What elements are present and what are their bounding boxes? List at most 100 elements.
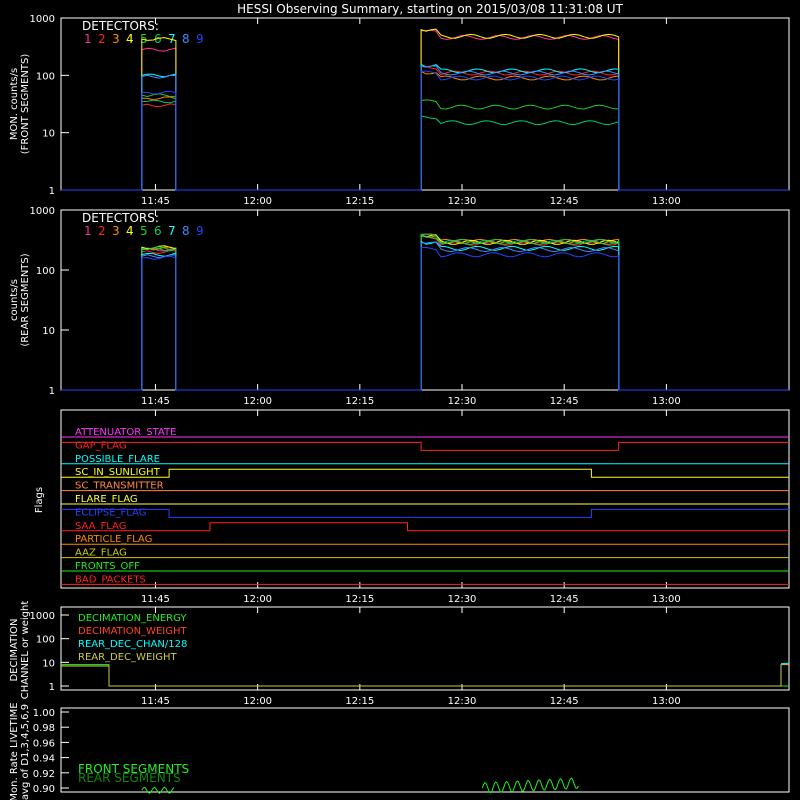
- detector-1-series-line: [61, 233, 789, 391]
- livetime-y-ticks: 0.90 0.92 0.94 0.96 0.98 1.00: [33, 708, 69, 795]
- decimation-legend-item: REAR_DEC_WEIGHT: [78, 652, 177, 663]
- detector-8-series-line: [61, 241, 789, 391]
- y-tick-label: 1000: [30, 611, 55, 622]
- detector-2-series-line: [61, 235, 789, 391]
- detector-4-series-line: [61, 28, 789, 191]
- x-tick-label: 12:15: [345, 696, 374, 707]
- y-tick-label: 10: [42, 658, 55, 669]
- front-x-ticks: 11:45 12:00 12:15 12:30 12:45 13:00: [141, 18, 681, 207]
- decimation-legend: DECIMATION_ENERGY DECIMATION_WEIGHT REAR_D…: [78, 613, 187, 663]
- legend-detector-1: 1: [84, 32, 92, 46]
- x-tick-label: 12:00: [243, 696, 272, 707]
- x-tick-label: 12:30: [448, 594, 477, 605]
- x-tick-label: 12:15: [345, 396, 374, 407]
- y-tick-label: 10: [42, 129, 55, 140]
- x-tick-label: 13:00: [652, 594, 681, 605]
- livetime-y-label-line1: Mon. Rate LIVETIME: [9, 702, 20, 800]
- flag-line-eclipse-flag: [61, 508, 789, 518]
- detector-5-series-line: [61, 93, 789, 191]
- legend-detector-8: 8: [182, 32, 190, 46]
- detector-8-series-line: [61, 65, 789, 191]
- livetime-legend: FRONT SEGMENTSREAR SEGMENTS: [78, 762, 189, 785]
- flags-rows: ATTENUATOR_STATEGAP_FLAGPOSSIBLE_FLARESC…: [61, 427, 789, 585]
- legend-detector-1: 1: [84, 224, 92, 238]
- legend-detector-3: 3: [112, 32, 120, 46]
- decimation-legend-item: DECIMATION_WEIGHT: [78, 626, 187, 637]
- x-tick-label: 12:45: [550, 594, 579, 605]
- livetime-series-group: [141, 777, 579, 794]
- flag-label-saa-flag: SAA_FLAG: [75, 521, 126, 532]
- y-tick-label: 1: [49, 186, 55, 197]
- legend-detector-6: 6: [154, 224, 162, 238]
- x-tick-label: 12:45: [550, 196, 579, 207]
- flag-label-particle-flag: PARTICLE_FLAG: [75, 534, 152, 545]
- x-tick-label: 11:45: [141, 396, 170, 407]
- x-tick-label: 12:00: [243, 196, 272, 207]
- rear-legend-numbers: 123456789: [84, 224, 204, 238]
- legend-detector-9: 9: [196, 32, 204, 46]
- flag-label-attenuator-state: ATTENUATOR_STATE: [75, 427, 176, 438]
- decimation-legend-item: DECIMATION_ENERGY: [78, 613, 187, 624]
- legend-detector-4: 4: [126, 224, 134, 238]
- x-tick-label: 12:15: [345, 196, 374, 207]
- flag-line-gap-flag: [61, 441, 789, 451]
- hessi-summary-figure: HESSI Observing Summary, starting on 201…: [9, 2, 790, 800]
- detector-2-series-line: [61, 65, 789, 191]
- y-tick-label: 0.92: [33, 769, 55, 780]
- flags-panel: Flags 11:45 12:00 12:15 12:30 12:45 13:00 ATT…: [34, 409, 790, 605]
- detector-9-series-line: [61, 246, 789, 391]
- front-y-ticks: 1 10 100 1000: [30, 14, 69, 197]
- legend-detector-2: 2: [98, 32, 106, 46]
- flag-line-saa-flag: [61, 522, 789, 532]
- front-legend-title: DETECTORS:: [82, 19, 159, 33]
- x-tick-label: 11:45: [141, 196, 170, 207]
- x-tick-label: 12:45: [550, 396, 579, 407]
- flag-label-flare-flag: FLARE_FLAG: [75, 494, 138, 505]
- x-tick-label: 12:30: [448, 196, 477, 207]
- decimation-legend-item: REAR_DEC_CHAN/128: [78, 639, 187, 650]
- y-tick-label: 100: [36, 71, 55, 82]
- decimation-x-ticks: 11:45 12:00 12:15 12:30 12:45 13:00: [141, 607, 681, 707]
- flags-y-label: Flags: [34, 487, 45, 513]
- decimation-y-label-line1: DECIMATION: [9, 618, 20, 681]
- y-tick-label: 10: [42, 326, 55, 337]
- detector-1-series-line: [61, 29, 789, 191]
- livetime-y-axis-label: Mon. Rate LIVETIME avg of D1,3,4,5,6,9: [9, 702, 31, 800]
- front-y-axis-label: MON. counts/s (FRONT SEGMENTS): [9, 54, 31, 155]
- legend-detector-8: 8: [182, 224, 190, 238]
- x-tick-label: 13:00: [652, 196, 681, 207]
- detector-9-series-line: [61, 70, 789, 191]
- legend-detector-4: 4: [126, 32, 134, 46]
- detector-5-series-line: [61, 233, 789, 391]
- flag-label-possible-flare: POSSIBLE_FLARE: [75, 454, 160, 465]
- y-tick-label: 1: [49, 386, 55, 397]
- legend-detector-2: 2: [98, 224, 106, 238]
- rear-y-axis-label: counts/s (REAR SEGMENTS): [9, 253, 31, 346]
- legend-detector-5: 5: [140, 224, 148, 238]
- decimation-panel: DECIMATION CHANNEL or weight 1101001000 …: [9, 601, 790, 707]
- legend-detector-9: 9: [196, 224, 204, 238]
- y-tick-label: 0.98: [33, 723, 55, 734]
- rear-dec-weight-line: [61, 664, 789, 687]
- flag-line-sc-in-sunlight: [61, 468, 789, 478]
- x-tick-label: 12:00: [243, 594, 272, 605]
- x-tick-label: 13:00: [652, 396, 681, 407]
- rear-y-label-line2: (REAR SEGMENTS): [20, 253, 31, 346]
- rear-series-group: [61, 233, 789, 391]
- front-series-group: [61, 28, 789, 191]
- legend-detector-3: 3: [112, 224, 120, 238]
- detector-7-series-line: [61, 63, 789, 191]
- legend-detector-7: 7: [168, 224, 176, 238]
- y-tick-label: 1.00: [33, 708, 55, 719]
- x-tick-label: 11:45: [141, 696, 170, 707]
- x-tick-label: 13:00: [652, 696, 681, 707]
- front-y-label-line1: MON. counts/s: [9, 68, 20, 140]
- flag-label-fronts-off: FRONTS_OFF: [75, 561, 140, 572]
- y-tick-label: 100: [36, 266, 55, 277]
- front-y-label-line2: (FRONT SEGMENTS): [20, 54, 31, 155]
- decimation-series-group: [61, 662, 789, 687]
- y-tick-label: 1: [49, 682, 55, 693]
- detector-4-series-line: [61, 234, 789, 391]
- x-tick-label: 12:30: [448, 396, 477, 407]
- front-segments-panel: MON. counts/s (FRONT SEGMENTS) DETECTORS…: [9, 14, 790, 207]
